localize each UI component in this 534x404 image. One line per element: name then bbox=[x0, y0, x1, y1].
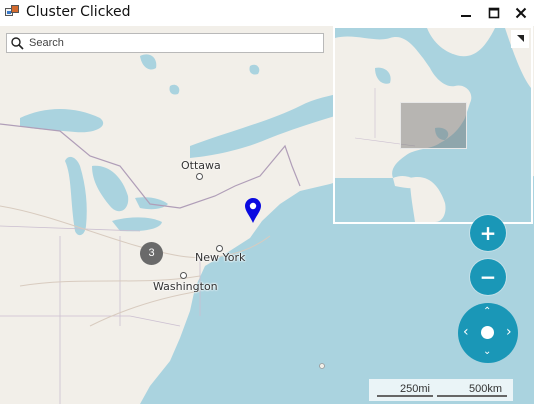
city-marker-ottawa bbox=[196, 173, 203, 180]
zoom-in-button[interactable]: + bbox=[470, 215, 506, 251]
pan-center-icon[interactable] bbox=[481, 326, 494, 339]
map-pin-icon[interactable] bbox=[244, 197, 262, 224]
minimize-button[interactable] bbox=[452, 0, 480, 26]
pan-left-icon[interactable]: ‹ bbox=[463, 325, 469, 339]
overview-viewport-rectangle[interactable] bbox=[400, 102, 467, 149]
window-title: Cluster Clicked bbox=[26, 4, 131, 20]
search-box[interactable] bbox=[6, 33, 324, 53]
scale-label-imperial: 250mi bbox=[400, 383, 430, 395]
minimize-icon bbox=[461, 15, 471, 17]
city-label-new-york: New York bbox=[195, 251, 246, 264]
zoom-out-button[interactable]: − bbox=[470, 259, 506, 295]
maximize-button[interactable] bbox=[480, 0, 508, 26]
search-icon bbox=[11, 37, 24, 50]
search-input[interactable] bbox=[29, 35, 317, 51]
scale-line-imperial bbox=[377, 395, 433, 397]
overview-map[interactable] bbox=[333, 26, 533, 224]
cluster-count: 3 bbox=[148, 247, 155, 259]
app-window: Cluster Clicked Search Ottawa New York W… bbox=[0, 0, 534, 404]
pan-up-icon[interactable]: ⌃ bbox=[483, 307, 491, 317]
app-icon bbox=[5, 5, 19, 16]
title-bar[interactable]: Cluster Clicked bbox=[0, 0, 534, 26]
cluster-marker[interactable]: 3 bbox=[140, 242, 163, 265]
scale-bar: 250mi 500km bbox=[369, 379, 513, 401]
city-marker-washington bbox=[180, 272, 187, 279]
city-label-washington: Washington bbox=[153, 280, 218, 293]
close-button[interactable] bbox=[507, 0, 534, 26]
city-label-ottawa: Ottawa bbox=[181, 159, 221, 172]
zoom-in-icon: + bbox=[479, 221, 497, 245]
collapse-arrow-icon bbox=[517, 35, 524, 42]
map-view[interactable]: Ottawa New York Washington 3 bbox=[0, 26, 534, 404]
pan-right-icon[interactable]: › bbox=[506, 325, 512, 339]
close-icon bbox=[515, 7, 527, 19]
maximize-icon bbox=[488, 7, 500, 19]
pan-control[interactable]: ⌃ ⌄ ‹ › bbox=[458, 303, 518, 363]
pan-down-icon[interactable]: ⌄ bbox=[483, 347, 491, 357]
scale-line-metric bbox=[437, 395, 507, 397]
scale-label-metric: 500km bbox=[469, 383, 503, 395]
zoom-out-icon: − bbox=[479, 265, 497, 289]
overview-toggle-button[interactable] bbox=[511, 30, 529, 48]
